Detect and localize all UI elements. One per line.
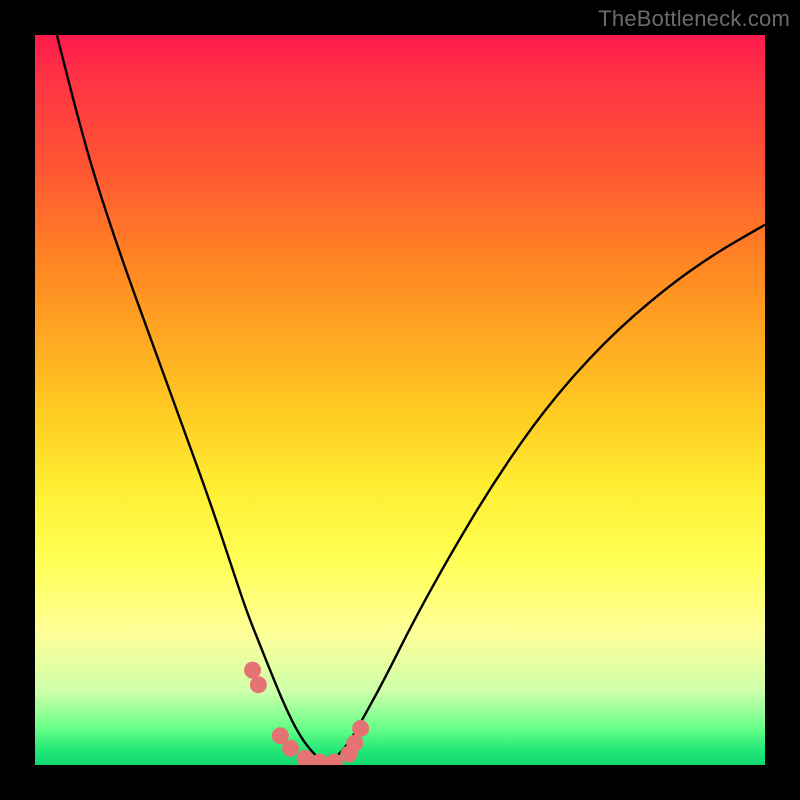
watermark-text: TheBottleneck.com bbox=[598, 6, 790, 32]
chart-svg bbox=[35, 35, 765, 765]
plot-area bbox=[35, 35, 765, 765]
data-point bbox=[244, 662, 261, 679]
data-point bbox=[250, 676, 267, 693]
chart-frame: TheBottleneck.com bbox=[0, 0, 800, 800]
data-point bbox=[282, 740, 299, 757]
data-point bbox=[326, 754, 343, 765]
curve-left bbox=[57, 35, 327, 765]
curve-right bbox=[327, 225, 765, 765]
data-markers bbox=[244, 662, 369, 765]
data-point bbox=[346, 735, 363, 752]
data-point bbox=[352, 720, 369, 737]
data-point bbox=[297, 750, 314, 765]
data-point bbox=[311, 754, 328, 765]
